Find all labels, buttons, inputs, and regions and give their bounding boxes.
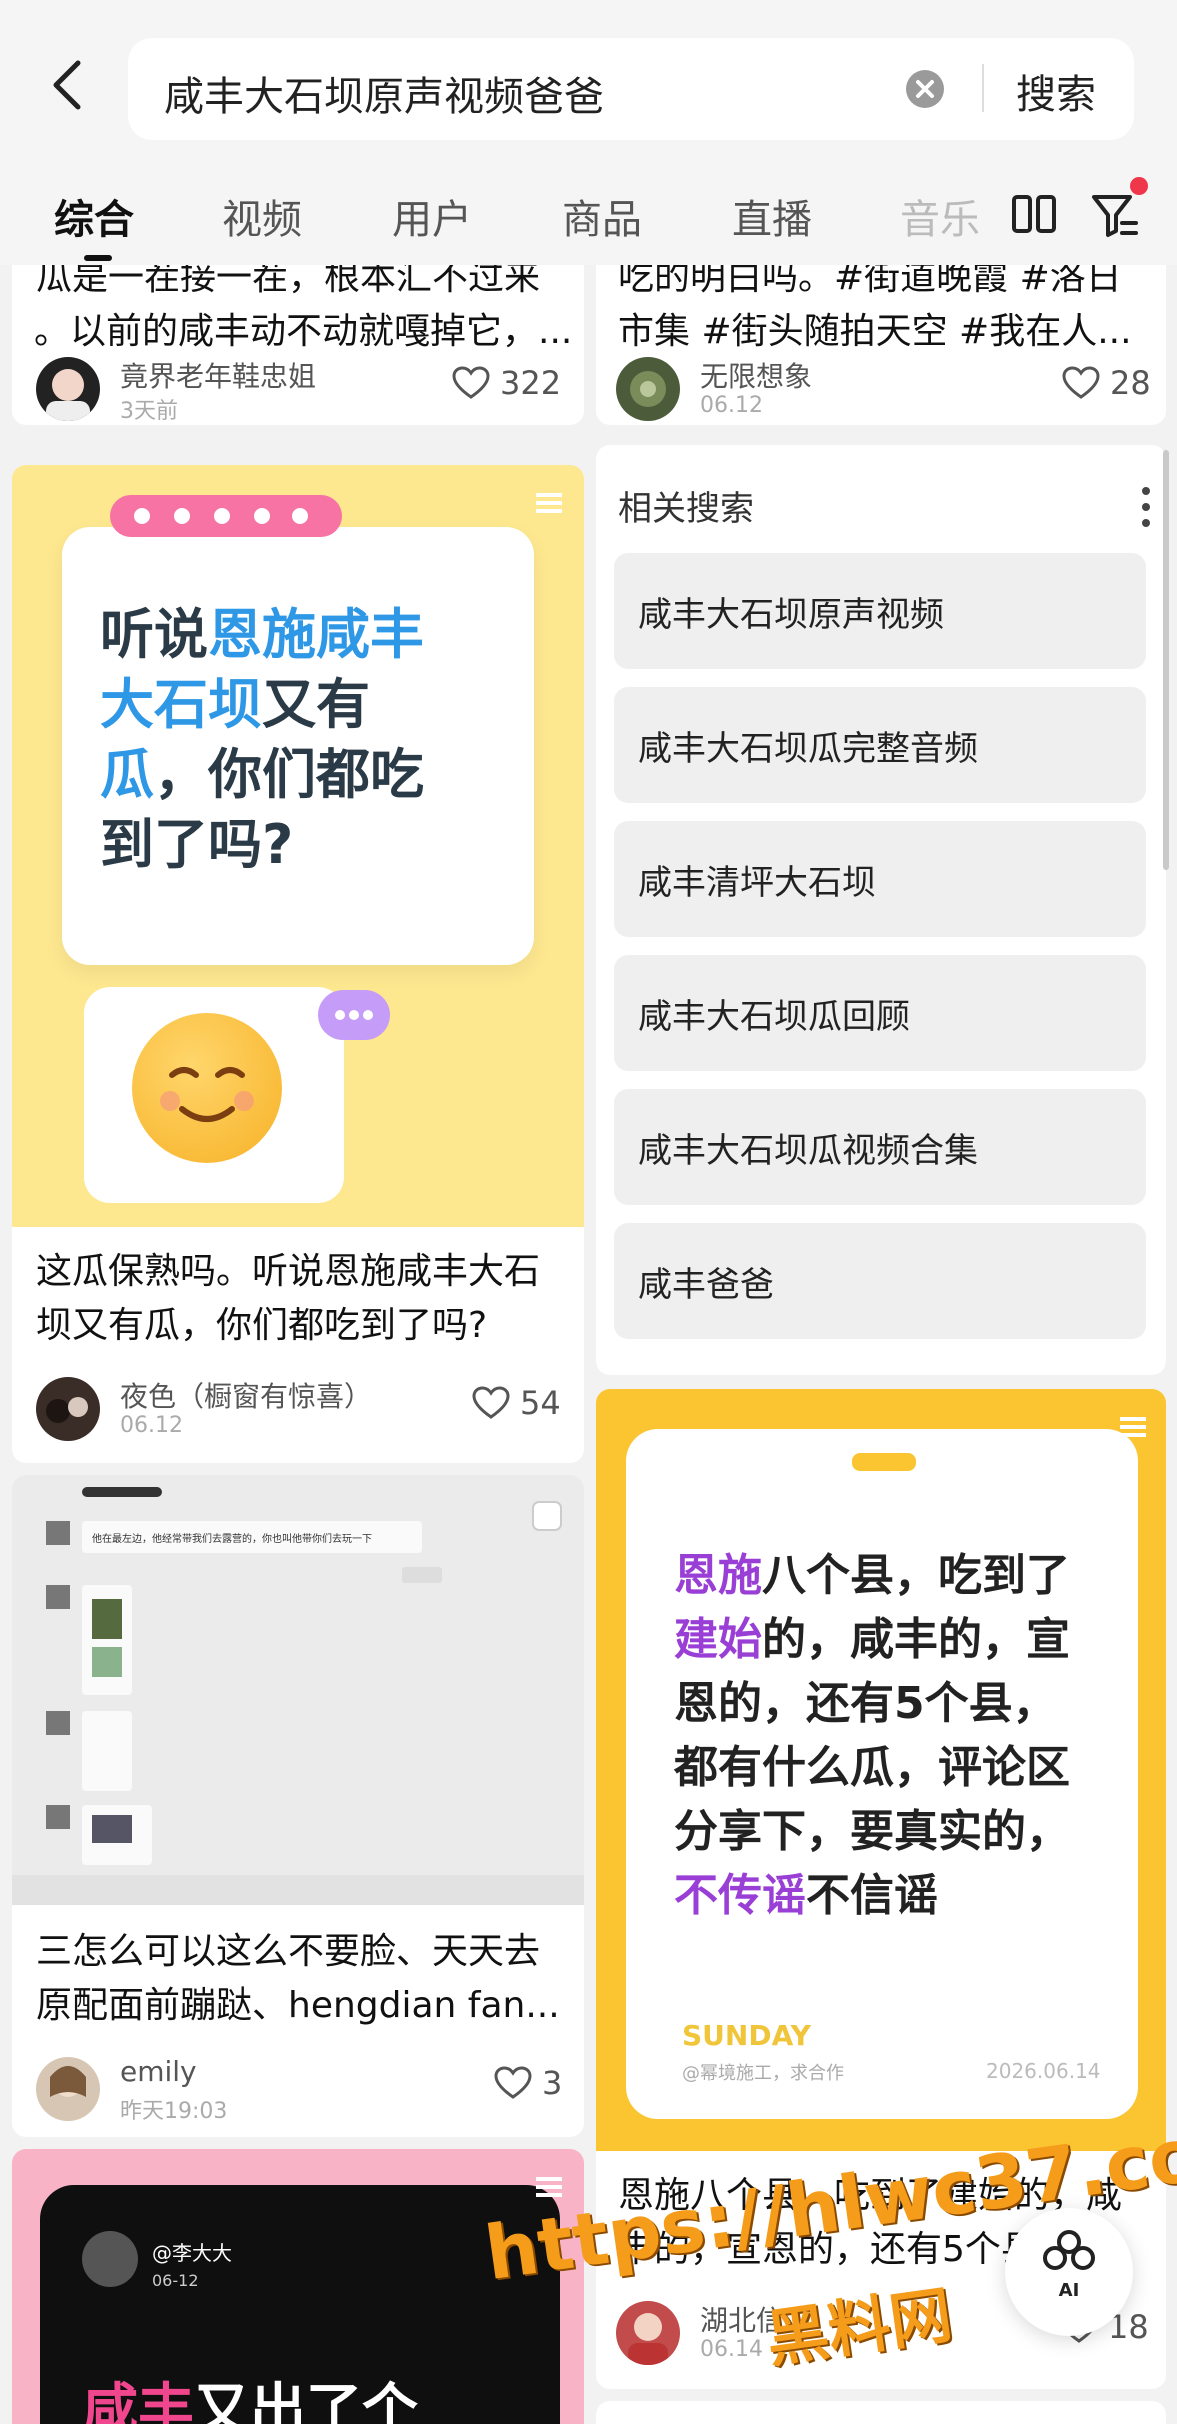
card-title-line2: 市集 #街头随拍天空 #我在人... [618, 311, 1132, 352]
author-name: 无限想象 [700, 360, 813, 393]
related-search-label: 咸丰爸爸 [638, 1265, 774, 1305]
poster-handle: @李大大 [152, 2241, 232, 2265]
result-card-next[interactable] [596, 2401, 1166, 2424]
author-name: emily [120, 2055, 197, 2088]
results-feed[interactable]: 瓜是一茬接一茬，根本汇不过来 。以前的咸丰动不动就嘎掉它，... 竟界老年鞋忠姐… [0, 265, 1177, 2424]
dual-column-icon[interactable] [1010, 191, 1058, 239]
related-search-item[interactable]: 咸丰大石坝瓜回顾 [614, 955, 1146, 1071]
result-card-chat[interactable]: 他在最左边，他经常带我们去露营的，你也叫他带你们去玩一下 三怎么可以这么不要脸、… [12, 1475, 584, 2137]
tab-video[interactable]: 视频 [222, 187, 302, 245]
back-arrow-icon[interactable] [40, 55, 100, 115]
related-search-label: 咸丰大石坝原声视频 [638, 595, 944, 635]
related-search-panel: 相关搜索 咸丰大石坝原声视频 咸丰大石坝瓜完整音频 咸丰清坪大石坝 咸丰大石坝瓜… [596, 445, 1166, 1375]
filter-badge-dot [1130, 177, 1148, 195]
like-count[interactable]: 322 [452, 362, 561, 402]
like-number: 28 [1110, 364, 1151, 402]
heart-icon [494, 2066, 532, 2099]
more-options-icon[interactable] [1140, 485, 1152, 529]
card-title-line1: 这瓜保熟吗。听说恩施咸丰大石 [36, 1251, 541, 1292]
tab-music[interactable]: 音乐 [900, 187, 980, 245]
related-search-item[interactable]: 咸丰大石坝瓜完整音频 [614, 687, 1146, 803]
scrollbar[interactable] [1163, 450, 1169, 870]
menu-icon[interactable] [534, 491, 564, 515]
chat-dots-icon [318, 990, 390, 1040]
result-card-top-right[interactable]: 吃的明白吗。#街道晚霞 #洛日 市集 #街头随拍天空 #我在人... 无限想象 … [596, 265, 1166, 425]
category-tabs: 综合 视频 用户 商品 直播 音乐 [0, 165, 1177, 265]
related-search-item[interactable]: 咸丰大石坝瓜视频合集 [614, 1089, 1146, 1205]
related-search-label: 咸丰大石坝瓜视频合集 [638, 1131, 978, 1171]
related-search-label: 咸丰大石坝瓜回顾 [638, 997, 910, 1037]
post-date: 06.12 [700, 393, 763, 418]
related-search-item[interactable]: 咸丰清坪大石坝 [614, 821, 1146, 937]
avatar[interactable] [616, 357, 680, 421]
search-query[interactable]: 咸丰大石坝原声视频爸爸 [164, 64, 604, 122]
tab-live[interactable]: 直播 [732, 187, 812, 245]
select-checkbox-icon[interactable] [530, 1499, 564, 1533]
poster-headline: 听说恩施咸丰 大石坝又有 瓜，你们都吃 到了吗? [100, 603, 424, 876]
post-date: 06.12 [120, 1413, 183, 1438]
tab-user[interactable]: 用户 [392, 187, 472, 245]
avatar[interactable] [36, 2057, 100, 2121]
clear-icon[interactable] [906, 70, 944, 108]
result-card-top-left[interactable]: 瓜是一茬接一茬，根本汇不过来 。以前的咸丰动不动就嘎掉它，... 竟界老年鞋忠姐… [12, 265, 584, 425]
like-number: 3 [542, 2064, 563, 2102]
menu-icon[interactable] [1118, 1415, 1148, 1439]
avatar[interactable] [36, 357, 100, 421]
poster-credit: @幂境施工，求合作 [682, 2063, 844, 2084]
menu-icon[interactable] [534, 2175, 564, 2199]
avatar[interactable] [36, 1377, 100, 1441]
ai-assistant-button[interactable]: AI [1005, 2208, 1133, 2336]
chat-snippet: 他在最左边，他经常带我们去露营的，你也叫他带你们去玩一下 [92, 1532, 372, 1545]
card-title-line1: 瓜是一茬接一茬，根本汇不过来 [36, 265, 541, 298]
post-date: 3天前 [120, 399, 178, 424]
like-count[interactable]: 28 [1062, 362, 1151, 402]
divider [982, 64, 984, 112]
panel-tab [852, 1453, 916, 1471]
search-input[interactable]: 咸丰大石坝原声视频爸爸 搜索 [128, 38, 1134, 140]
poster-reaction-pill [110, 495, 342, 537]
like-number: 54 [520, 1384, 561, 1422]
card-title-line1: 吃的明白吗。#街道晚霞 #洛日 [618, 265, 1122, 298]
post-date: 昨天19:03 [120, 2099, 228, 2124]
chat-screenshot-image[interactable]: 他在最左边，他经常带我们去露营的，你也叫他带你们去玩一下 [12, 1475, 584, 1905]
filter-icon[interactable] [1088, 189, 1140, 241]
poster-headline: 恩施八个县，吃到了 建始的，咸丰的，宣 恩的，还有5个县， 都有什么瓜，评论区 … [674, 1550, 1070, 1921]
related-search-item[interactable]: 咸丰爸爸 [614, 1223, 1146, 1339]
result-card-poster[interactable]: 听说恩施咸丰 大石坝又有 瓜，你们都吃 到了吗? 这瓜保熟吗。听说恩施咸丰大石 … [12, 465, 584, 1463]
like-number: 322 [500, 364, 562, 402]
card-title-line1: 三怎么可以这么不要脸、天天去 [36, 1931, 541, 1972]
active-tab-indicator [84, 255, 112, 261]
related-search-label: 咸丰清坪大石坝 [638, 863, 876, 903]
heart-icon [452, 366, 490, 399]
ai-flower-icon [1043, 2230, 1095, 2270]
related-search-label: 咸丰大石坝瓜完整音频 [638, 729, 978, 769]
poster-sunday: SUNDAY [682, 2019, 811, 2052]
author-name: 竟界老年鞋忠姐 [120, 360, 317, 393]
poster-date: 2026.06.14 [986, 2059, 1101, 2083]
top-bar: 咸丰大石坝原声视频爸爸 搜索 [0, 0, 1177, 165]
ai-label: AI [1058, 2280, 1080, 2301]
heart-icon [472, 1386, 510, 1419]
related-search-title: 相关搜索 [618, 489, 754, 529]
poster-image[interactable]: 恩施八个县，吃到了 建始的，咸丰的，宣 恩的，还有5个县， 都有什么瓜，评论区 … [596, 1389, 1166, 2151]
tab-goods[interactable]: 商品 [562, 187, 642, 245]
author-name: 夜色（橱窗有惊喜） [120, 1380, 373, 1413]
poster-headline: 咸丰又出了个 [82, 2378, 418, 2424]
like-count[interactable]: 54 [472, 1382, 561, 1422]
avatar[interactable] [616, 2301, 680, 2365]
heart-icon [1062, 366, 1100, 399]
like-count[interactable]: 3 [494, 2062, 562, 2102]
poster-avatar [82, 2231, 138, 2287]
related-search-item[interactable]: 咸丰大石坝原声视频 [614, 553, 1146, 669]
smiling-emoji-icon [132, 1013, 282, 1163]
poster-date: 06-12 [152, 2271, 199, 2290]
card-title-line2: 。以前的咸丰动不动就嘎掉它，... [34, 311, 573, 352]
tab-comprehensive[interactable]: 综合 [54, 187, 134, 245]
card-title-line2: 原配面前蹦跶、hengdian fan... [36, 1985, 560, 2026]
post-date: 06.14 [700, 2337, 763, 2362]
search-button[interactable]: 搜索 [1016, 62, 1096, 120]
poster-image[interactable]: 听说恩施咸丰 大石坝又有 瓜，你们都吃 到了吗? [12, 465, 584, 1227]
card-title-line2: 坝又有瓜，你们都吃到了吗? [36, 1305, 488, 1346]
